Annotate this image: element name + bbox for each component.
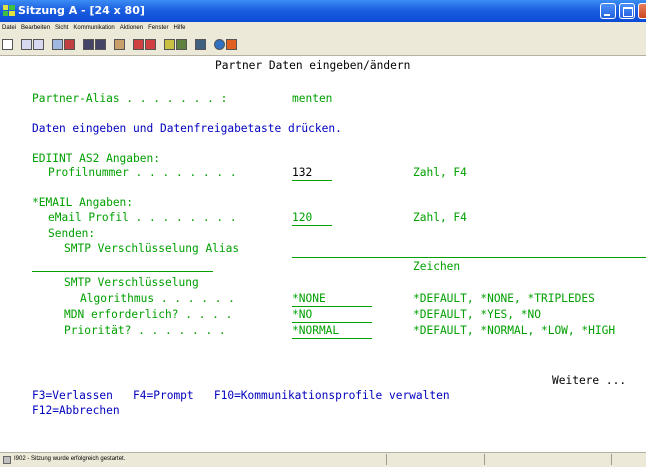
algo-label: Algorithmus . . . . . . — [80, 292, 235, 305]
macro-icon[interactable] — [114, 39, 125, 50]
algo-input[interactable]: *NONE — [292, 292, 326, 306]
terminal-margin — [0, 56, 24, 440]
email-input-underline — [292, 225, 332, 226]
screen-title: Partner Daten eingeben/ändern — [215, 59, 411, 72]
receive-icon[interactable] — [64, 39, 75, 50]
email-hint: Zahl, F4 — [413, 211, 467, 224]
copy-icon[interactable] — [21, 39, 32, 50]
edit-icon[interactable] — [226, 39, 237, 50]
status-message: I902 - Sitzung wurde erfolgreich gestart… — [14, 456, 126, 462]
edi-header: EDIINT AS2 Angaben: — [32, 152, 160, 165]
function-keys-line2: F12=Abbrechen — [32, 404, 120, 417]
minimize-button[interactable] — [600, 3, 616, 19]
prio-input[interactable]: *NORMAL — [292, 324, 339, 338]
menu-sicht[interactable]: Sicht — [55, 22, 68, 35]
mdn-hint: *DEFAULT, *YES, *NO — [413, 308, 541, 321]
toolbar — [0, 35, 646, 56]
maximize-button[interactable] — [619, 3, 635, 19]
color-icon[interactable] — [214, 39, 225, 50]
keyboard-icon[interactable] — [95, 39, 106, 50]
senden-label: Senden: — [48, 227, 96, 240]
send-icon[interactable] — [52, 39, 63, 50]
app-icon — [3, 5, 15, 16]
algo-input-underline — [292, 306, 372, 307]
alias-value: menten — [292, 92, 333, 105]
session-status-icon — [3, 456, 11, 464]
alias-label: Partner-Alias . . . . . . . : — [32, 92, 228, 105]
profil-hint: Zahl, F4 — [413, 166, 467, 179]
close-button[interactable] — [638, 3, 646, 19]
menu-bar: Datei Bearbeiten Sicht Kommunikation Aktione… — [0, 22, 646, 35]
window-title: Sitzung A - [24 x 80] — [18, 4, 145, 17]
zeichen-hint: Zeichen — [413, 260, 461, 273]
email-header: *EMAIL Angaben: — [32, 196, 134, 209]
prio-label: Priorität? . . . . . . . — [64, 324, 226, 337]
status-cell — [611, 454, 612, 465]
play-icon[interactable] — [145, 39, 156, 50]
algo-hint: *DEFAULT, *NONE, *TRIPLEDES — [413, 292, 595, 305]
title-bar: Sitzung A - [24 x 80] — [0, 0, 646, 22]
profil-label: Profilnummer . . . . . . . . — [48, 166, 237, 179]
more-indicator: Weitere ... — [552, 374, 627, 387]
menu-kommunikation[interactable]: Kommunikation — [73, 22, 114, 35]
display-icon[interactable] — [83, 39, 94, 50]
profil-input-underline — [292, 180, 332, 181]
mdn-label: MDN erforderlich? . . . . — [64, 308, 233, 321]
smtp-alias-input[interactable] — [292, 257, 646, 258]
smtp-alias-input-cont[interactable] — [32, 271, 213, 272]
settings-icon[interactable] — [176, 39, 187, 50]
help-icon[interactable] — [195, 39, 206, 50]
mdn-input-underline — [292, 322, 372, 323]
print-screen-icon[interactable] — [2, 39, 13, 50]
email-label: eMail Profil . . . . . . . . — [48, 211, 237, 224]
email-input[interactable]: 120 — [292, 211, 312, 225]
smtp-alias-label: SMTP Verschlüsselung Alias — [64, 242, 240, 255]
mail-icon[interactable] — [164, 39, 175, 50]
status-cell — [484, 454, 485, 465]
paste-icon[interactable] — [33, 39, 44, 50]
menu-aktionen[interactable]: Aktionen — [120, 22, 143, 35]
menu-datei[interactable]: Datei — [2, 22, 16, 35]
record-icon[interactable] — [133, 39, 144, 50]
instruction-text: Daten eingeben und Datenfreigabetaste dr… — [32, 122, 342, 135]
status-bar: I902 - Sitzung wurde erfolgreich gestart… — [0, 452, 646, 467]
mdn-input[interactable]: *NO — [292, 308, 312, 322]
menu-fenster[interactable]: Fenster — [148, 22, 168, 35]
function-keys-line1: F3=Verlassen F4=Prompt F10=Kommunikation… — [32, 389, 450, 402]
profil-input[interactable]: 132 — [292, 166, 312, 180]
smtp-label: SMTP Verschlüsselung — [64, 276, 199, 289]
menu-hilfe[interactable]: Hilfe — [173, 22, 185, 35]
status-cell — [386, 454, 387, 465]
prio-hint: *DEFAULT, *NORMAL, *LOW, *HIGH — [413, 324, 616, 337]
menu-bearbeiten[interactable]: Bearbeiten — [21, 22, 50, 35]
prio-input-underline — [292, 338, 372, 339]
